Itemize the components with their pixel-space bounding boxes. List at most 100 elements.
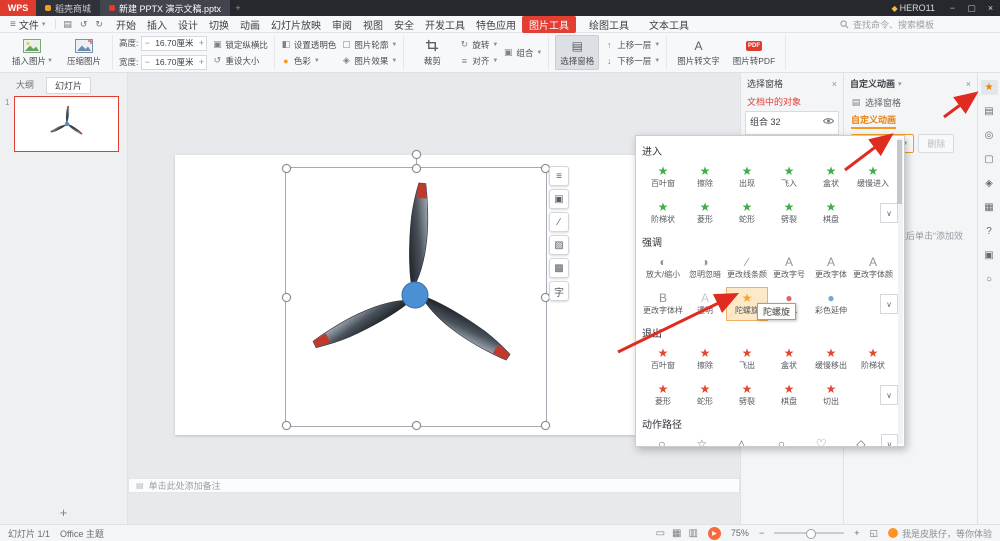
picture-to-pdf-button[interactable]: PDF 图片转PDF (729, 35, 780, 70)
menu-item[interactable]: 设计 (178, 17, 198, 32)
command-search[interactable]: 查找命令、搜索模板 (840, 18, 934, 31)
resize-handle-se[interactable] (541, 421, 550, 430)
maximize-button[interactable]: ▢ (962, 0, 981, 16)
chevron-down-icon[interactable]: ▾ (898, 80, 902, 88)
width-decrease-button[interactable]: − (142, 57, 152, 67)
properties-pane-icon[interactable]: ▤ (981, 104, 998, 119)
effect-item[interactable]: ★ 盒状 (810, 160, 852, 194)
animation-pane-icon[interactable]: ★ (980, 80, 998, 95)
width-increase-button[interactable]: + (196, 57, 206, 67)
close-pane-icon[interactable]: × (966, 79, 971, 89)
file-menu[interactable]: ≡ 文件 ▾ (6, 17, 49, 32)
slide-thumbnail[interactable] (14, 96, 119, 152)
reset-size-button[interactable]: ↺ 重设大小 (212, 55, 268, 67)
save-icon[interactable]: ▤ (62, 19, 73, 30)
new-tab-button[interactable]: + (230, 3, 246, 13)
effect-item[interactable]: △ (722, 433, 762, 446)
mask-button[interactable]: ▨ (549, 235, 569, 255)
visibility-eye-icon[interactable] (822, 117, 835, 127)
resize-handle-n[interactable] (412, 164, 421, 173)
effect-item[interactable]: A 透明 (684, 287, 726, 321)
close-pane-icon[interactable]: × (832, 79, 837, 89)
redo-icon[interactable]: ↻ (94, 19, 104, 30)
reading-view-icon[interactable]: ▥ (688, 528, 697, 539)
menu-item[interactable]: 开始 (116, 17, 136, 32)
styles-pane-icon[interactable]: ◈ (981, 176, 998, 191)
height-increase-button[interactable]: + (196, 38, 206, 48)
effect-item[interactable]: ★ 缓慢移出 (810, 342, 852, 376)
align-button[interactable]: ≡ 对齐 ▼ (459, 55, 499, 67)
zoom-slider-knob[interactable] (805, 529, 816, 539)
zoom-out-button[interactable]: − (759, 528, 764, 538)
effect-item[interactable]: ★ 出现 (726, 160, 768, 194)
tab-docer-store[interactable]: 稻壳商城 (36, 0, 101, 16)
effect-item[interactable]: ◐ 放大/缩小 (642, 251, 684, 285)
compress-picture-button[interactable]: 压缩图片 (62, 35, 106, 70)
quick-layout-button[interactable]: ≡ (549, 166, 569, 186)
resources-pane-icon[interactable]: ▣ (981, 248, 998, 263)
menu-item[interactable]: 审阅 (332, 17, 352, 32)
effect-item[interactable]: ★ 劈裂 (768, 196, 810, 230)
notes-bar[interactable]: ▤ 单击此处添加备注 (128, 478, 740, 493)
bring-forward-button[interactable]: ↑ 上移一层 ▼ (604, 39, 660, 51)
rotate-handle[interactable] (412, 150, 421, 159)
chart-pane-icon[interactable]: ▦ (981, 200, 998, 215)
resize-handle-w[interactable] (282, 293, 291, 302)
section-more-button[interactable]: ∨ (880, 203, 898, 223)
slideshow-play-button[interactable]: ▶ (707, 526, 721, 540)
tab-document[interactable]: 新建 PPTX 演示文稿.pptx (100, 0, 231, 16)
text-tool-button[interactable]: 字 (549, 281, 569, 301)
effect-item[interactable]: ★ 蛇形 (684, 378, 726, 412)
undo-icon[interactable]: ↺ (79, 19, 89, 30)
effect-item[interactable]: ★ 阶梯状 (852, 342, 894, 376)
menu-item[interactable]: 插入 (147, 17, 167, 32)
effect-item[interactable]: ● 彩色延伸 (810, 287, 852, 321)
effect-item[interactable]: A 更改字号 (768, 251, 810, 285)
effect-item[interactable]: ★ 菱形 (684, 196, 726, 230)
slide-sorter-icon[interactable]: ▦ (672, 528, 681, 539)
effect-item[interactable]: ★ 擦除 (684, 342, 726, 376)
effect-item[interactable]: ★ 棋盘 (810, 196, 852, 230)
slide-canvas[interactable]: ≡ ▣ ∕ ▨ ▩ 字 (175, 150, 655, 435)
width-input[interactable]: − 16.70厘米 + (141, 54, 208, 70)
theme-name[interactable]: Office 主题 (60, 527, 104, 540)
set-transparent-button[interactable]: ◧ 设置透明色 (281, 39, 337, 51)
effect-item[interactable]: ★ 菱形 (642, 378, 684, 412)
effect-item[interactable]: ★ 擦除 (684, 160, 726, 194)
flyout-scrollbar[interactable] (897, 138, 903, 444)
send-backward-button[interactable]: ↓ 下移一层 ▼ (604, 55, 660, 67)
add-slide-button[interactable]: + (0, 505, 127, 520)
effect-item[interactable]: A 更改字体 (810, 251, 852, 285)
zoom-slider[interactable] (774, 529, 845, 539)
section-more-button[interactable]: ∨ (880, 385, 898, 405)
close-button[interactable]: × (981, 0, 1000, 16)
wps-logo[interactable]: WPS (0, 0, 36, 16)
effect-item[interactable]: ★ 切出 (810, 378, 852, 412)
effect-item[interactable]: ★ 蛇形 (726, 196, 768, 230)
effect-item[interactable]: ♡ (801, 433, 841, 446)
section-more-button[interactable]: ∨ (880, 294, 898, 314)
effect-item[interactable]: ★ 百叶窗 (642, 160, 684, 194)
tab-picture-tools[interactable]: 图片工具 (521, 15, 576, 33)
effect-item[interactable]: ★ 棋盘 (768, 378, 810, 412)
effect-item[interactable]: ◑ 忽明忽暗 (684, 251, 726, 285)
insert-picture-button[interactable]: 插入图片 ▼ (8, 35, 57, 70)
menu-item[interactable]: 切换 (209, 17, 229, 32)
effect-item[interactable]: ○ (642, 433, 682, 446)
height-input[interactable]: − 16.70厘米 + (141, 35, 208, 51)
crop-tool-button[interactable]: ▩ (549, 258, 569, 278)
help-pane-icon[interactable]: ? (981, 224, 998, 239)
comments-pane-icon[interactable]: ▢ (981, 152, 998, 167)
fit-slide-button[interactable]: ◱ (869, 528, 878, 539)
crop-button[interactable]: 裁剪 (410, 35, 454, 70)
effect-item[interactable]: ★ 劈裂 (726, 378, 768, 412)
normal-view-icon[interactable]: ▭ (656, 528, 665, 539)
delete-effect-button[interactable]: 删除 (918, 134, 955, 153)
effect-item[interactable]: ★ 缓慢进入 (852, 160, 894, 194)
minimize-button[interactable]: − (943, 0, 962, 16)
more-pane-icon[interactable]: ○ (981, 272, 998, 287)
skin-promo[interactable]: 我是皮肤仔，等你体验 (887, 527, 992, 540)
effect-item[interactable]: ★ 飞出 (726, 342, 768, 376)
pen-button[interactable]: ∕ (549, 212, 569, 232)
shape-style-button[interactable]: ▣ (549, 189, 569, 209)
